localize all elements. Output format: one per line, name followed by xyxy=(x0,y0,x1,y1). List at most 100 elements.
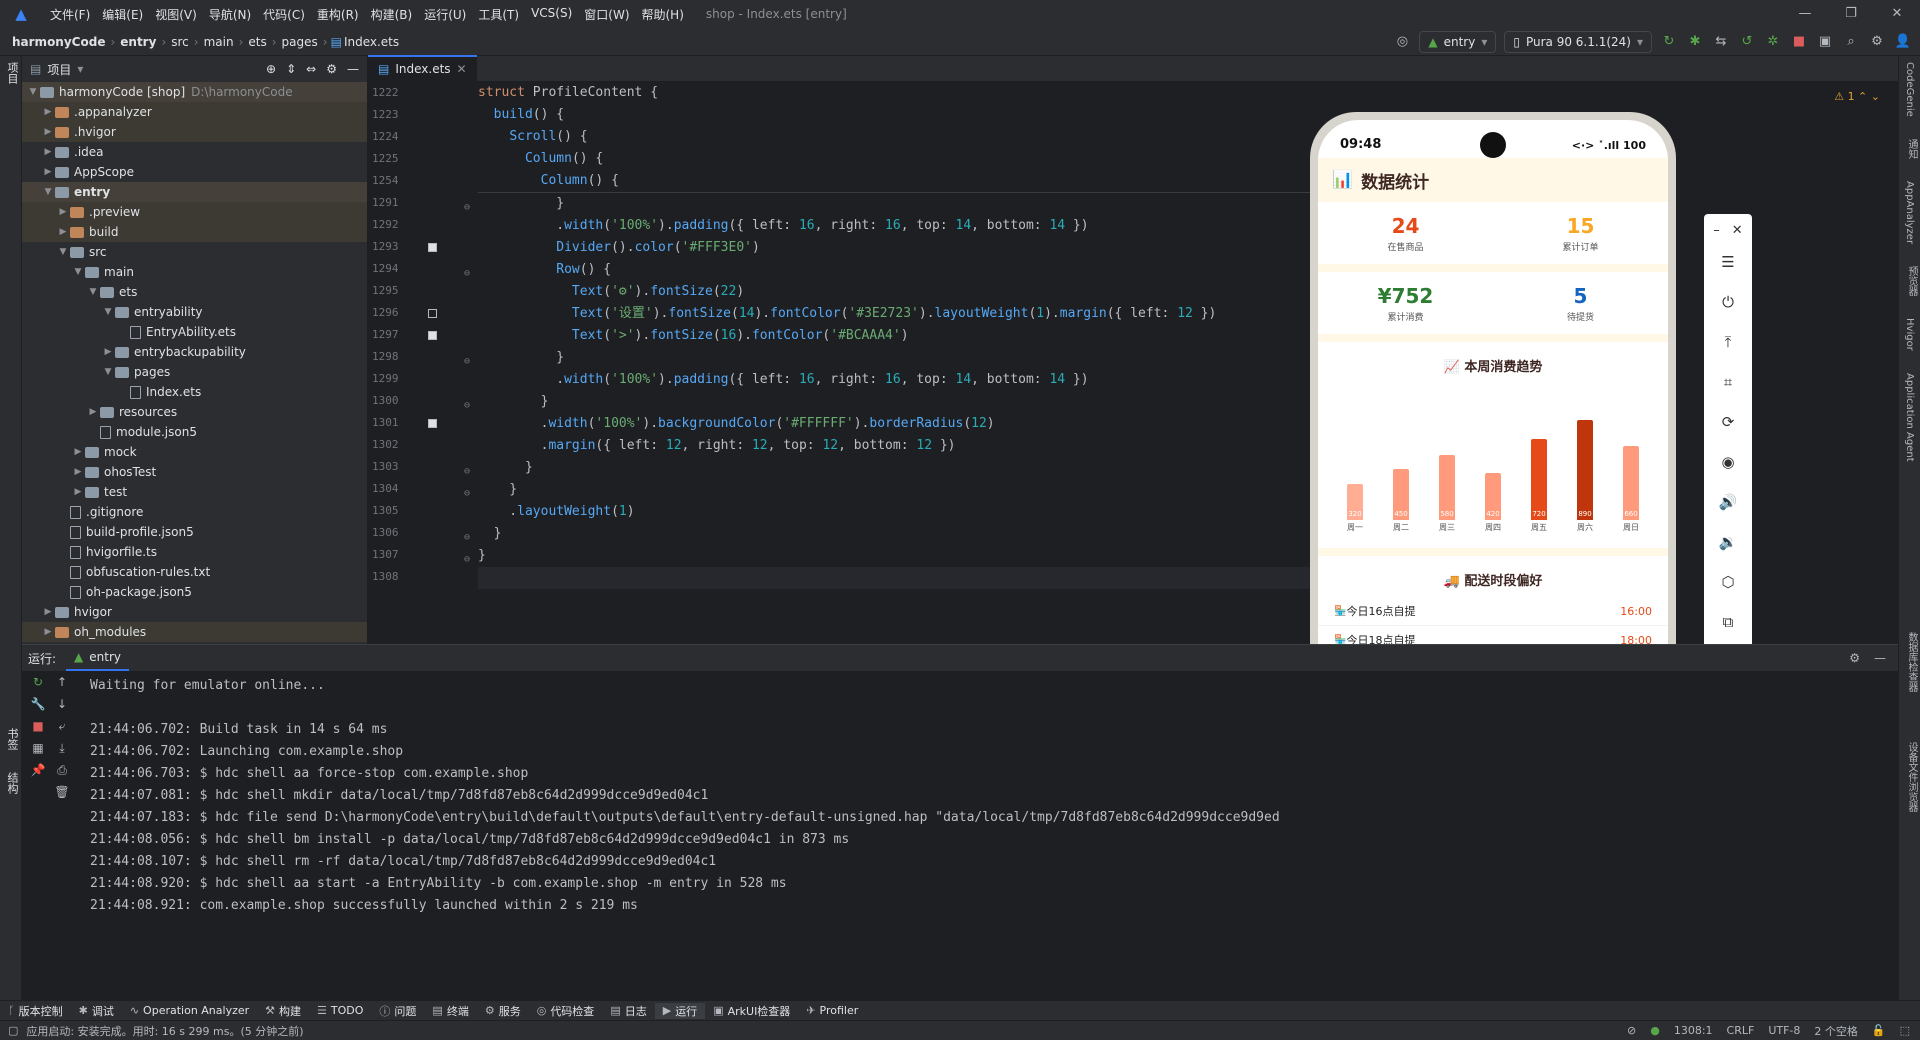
tool-window-button[interactable]: ☰ TODO xyxy=(309,1004,371,1017)
no-power-save-icon[interactable]: ⊘ xyxy=(1627,1024,1636,1037)
account-icon[interactable]: 👤 xyxy=(1894,33,1912,51)
tree-item[interactable]: obfuscation-rules.txt xyxy=(22,562,367,582)
print-icon[interactable]: ⎙ xyxy=(50,763,74,785)
tree-item[interactable]: oh-package.json5 xyxy=(22,582,367,602)
chevron-down-icon[interactable]: ▼ xyxy=(71,267,85,277)
breadcrumb-item[interactable]: entry xyxy=(118,35,158,49)
device-manager-icon[interactable]: ▣ xyxy=(1816,33,1834,51)
breadcrumb-item[interactable]: Index.ets xyxy=(342,35,401,49)
menu-icon[interactable]: ☰ xyxy=(1713,242,1743,282)
chevron-right-icon[interactable]: ▶ xyxy=(41,627,55,637)
close-emulator-icon[interactable]: ✕ xyxy=(1732,223,1743,238)
tree-item[interactable]: ▶ .preview xyxy=(22,202,367,222)
menu-item[interactable]: 视图(V) xyxy=(149,6,203,23)
menu-item[interactable]: 导航(N) xyxy=(203,6,257,23)
run-tab-entry[interactable]: ▲ entry xyxy=(66,645,130,671)
chevron-right-icon[interactable]: ▶ xyxy=(41,607,55,617)
tool-window-button[interactable]: ⚒ 构建 xyxy=(257,1003,309,1019)
minimize-emulator-icon[interactable]: – xyxy=(1713,223,1720,238)
menu-item[interactable]: 编辑(E) xyxy=(96,6,149,23)
tool-window-button[interactable]: ⚙ 服务 xyxy=(477,1003,529,1019)
tree-item[interactable]: EntryAbility.ets xyxy=(22,322,367,342)
stop-icon[interactable]: ■ xyxy=(1790,33,1808,51)
bookmarks-tool-button[interactable]: 书签 xyxy=(4,728,20,750)
volume-down-icon[interactable]: 🔉 xyxy=(1713,522,1743,562)
tree-item[interactable]: hvigorfile.ts xyxy=(22,542,367,562)
rotate-icon[interactable]: ⟳ xyxy=(1713,402,1743,442)
tool-window-button[interactable]: ✱ 调试 xyxy=(71,1003,122,1019)
volume-up-icon[interactable]: 🔊 xyxy=(1713,482,1743,522)
chevron-right-icon[interactable]: ▶ xyxy=(41,107,55,117)
rerun-icon[interactable]: ↻ xyxy=(1660,33,1678,51)
fold-icon[interactable]: ⬡ xyxy=(1713,562,1743,602)
right-tool-button[interactable]: Application Agent xyxy=(1904,373,1915,462)
scroll-end-icon[interactable]: ⤓ xyxy=(50,741,74,763)
chevron-down-icon[interactable]: ▼ xyxy=(26,87,40,97)
tree-item[interactable]: .gitignore xyxy=(22,502,367,522)
breadcrumb-item[interactable]: src xyxy=(169,35,191,49)
layout-icon[interactable]: ▦ xyxy=(26,741,50,763)
menu-item[interactable]: 工具(T) xyxy=(472,6,525,23)
close-tab-icon[interactable]: ✕ xyxy=(457,62,467,76)
right-tool-button[interactable]: Hvigor xyxy=(1904,318,1915,351)
status-message[interactable]: 应用启动: 安装完成。用时: 16 s 299 ms。(5 分钟之前) xyxy=(26,1023,303,1039)
line-separator[interactable]: CRLF xyxy=(1727,1024,1755,1037)
chevron-right-icon[interactable]: ▶ xyxy=(41,167,55,177)
tree-item[interactable]: ▶ .hvigor xyxy=(22,122,367,142)
right-tool-button[interactable]: 通知 xyxy=(1904,139,1919,159)
close-icon[interactable]: ✕ xyxy=(1874,0,1920,28)
tree-item[interactable]: ▶ mock xyxy=(22,442,367,462)
tree-item[interactable]: ▼ entry xyxy=(22,182,367,202)
tree-item[interactable]: ▼ ets xyxy=(22,282,367,302)
rerun-icon[interactable]: ↻ xyxy=(26,675,50,697)
chevron-right-icon[interactable]: ▶ xyxy=(56,227,70,237)
right-tool-button[interactable]: AppAnalyzer xyxy=(1904,181,1915,244)
tool-window-button[interactable]: ✈ Profiler xyxy=(798,1004,866,1017)
tool-window-button[interactable]: ▤ 日志 xyxy=(602,1003,654,1019)
settings-icon[interactable]: ⚙ xyxy=(1868,33,1886,51)
tree-item[interactable]: ▼ src xyxy=(22,242,367,262)
tool-window-button[interactable]: ◎ 代码检查 xyxy=(529,1003,603,1019)
profile-icon[interactable]: ✲ xyxy=(1764,33,1782,51)
collapse-all-icon[interactable]: ⇔ xyxy=(306,62,316,76)
caret-position[interactable]: 1308:1 xyxy=(1674,1024,1713,1037)
multi-device-icon[interactable]: ⧉ xyxy=(1713,602,1743,642)
tool-window-button[interactable]: ▤ 终端 xyxy=(424,1003,476,1019)
structure-tool-button[interactable]: 结构 xyxy=(4,772,20,794)
tree-item[interactable]: Index.ets xyxy=(22,382,367,402)
tool-window-button[interactable]: ▣ ArkUI检查器 xyxy=(705,1003,798,1019)
wrench-icon[interactable]: 🔧 xyxy=(26,697,50,719)
minimize-icon[interactable]: — xyxy=(1782,0,1828,28)
delivery-slot[interactable]: 🏪 今日16点自提 16:00 xyxy=(1318,597,1668,626)
target-icon[interactable]: ◎ xyxy=(1393,33,1411,51)
hide-panel-icon[interactable]: — xyxy=(1874,651,1886,665)
breadcrumb-item[interactable]: ets xyxy=(246,35,268,49)
layout-toggle-icon[interactable]: ▢ xyxy=(0,1024,26,1037)
chevron-down-icon[interactable]: ▼ xyxy=(86,287,100,297)
tree-item[interactable]: ▶ oh_modules xyxy=(22,622,367,642)
apply-changes-icon[interactable]: ↺ xyxy=(1738,33,1756,51)
tree-item[interactable]: ▼ pages xyxy=(22,362,367,382)
crop-icon[interactable]: ⌗ xyxy=(1713,362,1743,402)
tree-item[interactable]: ▼ harmonyCode [shop] D:\harmonyCode xyxy=(22,82,367,102)
scroll-up-icon[interactable]: ↑ xyxy=(50,675,74,697)
tab-index-ets[interactable]: ▤ Index.ets ✕ xyxy=(368,55,477,81)
run-config-combo[interactable]: ▲ entry ▾ xyxy=(1419,31,1497,53)
right-tool-button[interactable]: CodeGenie xyxy=(1904,62,1915,117)
chevron-right-icon[interactable]: ▶ xyxy=(101,347,115,357)
menu-item[interactable]: 帮助(H) xyxy=(636,6,690,23)
tree-item[interactable]: ▶ test xyxy=(22,482,367,502)
menu-item[interactable]: 重构(R) xyxy=(311,6,365,23)
locate-icon[interactable]: ⊕ xyxy=(266,62,276,76)
console-output[interactable]: Waiting for emulator online... 21:44:06.7… xyxy=(90,675,1330,995)
screenshot-icon[interactable]: ◉ xyxy=(1713,442,1743,482)
tool-window-button[interactable]: ᚴ 版本控制 xyxy=(0,1003,71,1019)
tool-window-button[interactable]: ⓘ 问题 xyxy=(371,1003,424,1019)
stop-icon[interactable]: ■ xyxy=(26,719,50,741)
project-panel-title[interactable]: 项目 xyxy=(47,61,71,78)
project-tool-button[interactable]: 项目 xyxy=(4,62,20,84)
chevron-down-icon[interactable]: ▼ xyxy=(41,187,55,197)
attach-icon[interactable]: ⇆ xyxy=(1712,33,1730,51)
tree-item[interactable]: ▼ main xyxy=(22,262,367,282)
device-combo[interactable]: ▯ Pura 90 6.1.1(24) ▾ xyxy=(1504,31,1652,53)
